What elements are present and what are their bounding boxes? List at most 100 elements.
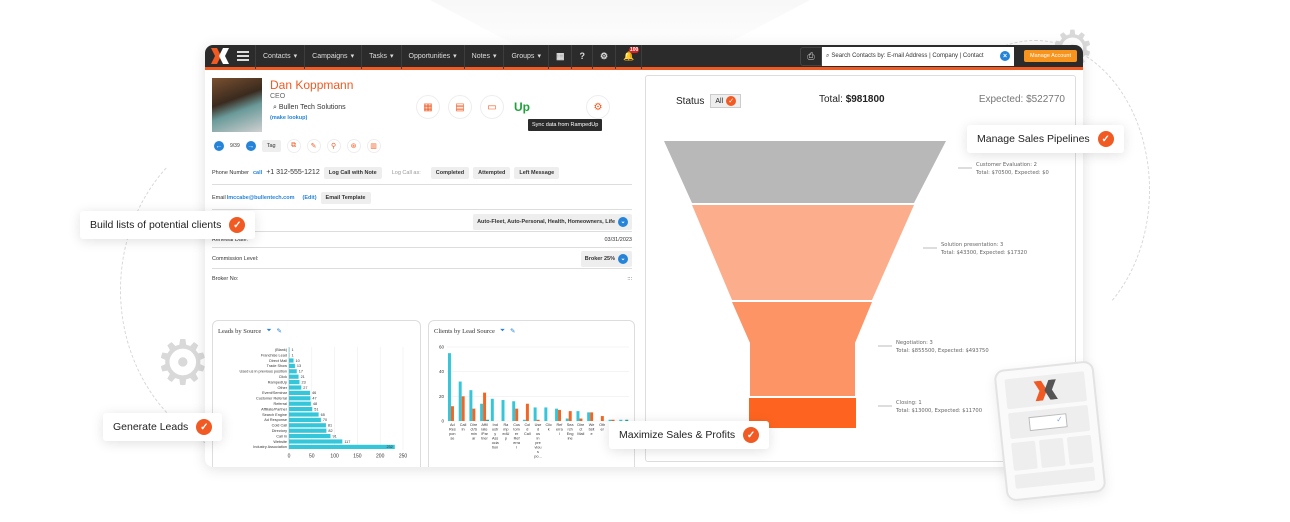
- x-tick-label: 50: [309, 454, 315, 460]
- stage-values: Total: $43300, Expected: $17320: [940, 250, 1027, 256]
- contact-company[interactable]: ⌕ Bullen Tech Solutions: [273, 104, 346, 112]
- contact-search-input[interactable]: ⌕ Search Contacts by: E-mail Address | C…: [822, 46, 1015, 66]
- data-label: 232: [386, 445, 392, 449]
- callout-manage-pipelines: Manage Sales Pipelines ✓: [967, 125, 1124, 153]
- manage-account-button[interactable]: Manage Account: [1024, 50, 1077, 62]
- bar-prospect: [450, 406, 454, 421]
- bar-client: [490, 398, 494, 421]
- placeholder-block: [1038, 437, 1066, 469]
- logo-icon: [1004, 371, 1088, 410]
- broker-value[interactable]: :::: [627, 276, 632, 282]
- delete-icon[interactable]: ▥: [366, 139, 381, 153]
- placeholder-block: [1014, 466, 1096, 489]
- left-message-button[interactable]: Left Message: [514, 166, 560, 179]
- menu-icon[interactable]: [237, 51, 249, 61]
- y-tick-label: Other: [278, 386, 288, 390]
- data-label: 13: [297, 364, 301, 368]
- logo-icon[interactable]: [209, 45, 231, 67]
- nav-notes[interactable]: Notes ▾: [463, 45, 504, 69]
- lines-select[interactable]: Auto-Fleet, Auto-Personal, Health, Homeo…: [473, 213, 632, 230]
- make-lookup-link[interactable]: (make lookup): [270, 115, 307, 121]
- settings-icon[interactable]: ⚙: [586, 95, 610, 119]
- check-icon: ✓: [743, 427, 760, 443]
- funnel-stage: [692, 205, 914, 300]
- copy-icon[interactable]: ⧉: [286, 139, 301, 153]
- data-label: 27: [303, 386, 307, 390]
- location-pin-icon[interactable]: ⚲: [326, 139, 341, 153]
- email-template-button[interactable]: Email Template: [320, 191, 371, 204]
- help-icon[interactable]: ?: [571, 45, 592, 69]
- edit-email-link[interactable]: (Edit): [302, 195, 316, 201]
- x-tick-label: Dire ct/S min ar: [470, 423, 477, 441]
- x-tick-label: Clic k: [546, 423, 552, 432]
- nav-groups[interactable]: Groups ▾: [503, 45, 547, 69]
- callout-maximize-sales: Maximize Sales & Profits ✓: [609, 421, 770, 449]
- y-tick-label: Call In: [276, 434, 287, 438]
- settings-icon[interactable]: ⚙: [591, 45, 615, 69]
- x-tick-label: 200: [376, 454, 385, 460]
- edit-icon[interactable]: ✎: [510, 327, 515, 335]
- share-icon[interactable]: ⊛: [346, 139, 361, 153]
- leads-by-source-card: Leads by Source ⏷ ✎ 0 50 100 150 200 250 (Blank)…: [212, 320, 421, 467]
- renewal-row: Renewal Date: 03/31/2023: [212, 233, 632, 248]
- renewal-value: 03/31/2023: [604, 237, 632, 243]
- filter-icon[interactable]: ⏷: [266, 327, 271, 335]
- y-tick-label: Trade Show: [267, 364, 288, 368]
- commission-select[interactable]: Broker 25% ⌄: [580, 250, 632, 267]
- bar: [289, 434, 331, 439]
- placeholder-block: [1066, 434, 1094, 466]
- email-link[interactable]: lmccabe@bullentech.com: [227, 195, 295, 201]
- nav-contacts[interactable]: Contacts ▾: [255, 45, 304, 69]
- bar: [289, 396, 311, 401]
- log-call-note-button[interactable]: Log Call with Note: [323, 166, 382, 179]
- attempted-button[interactable]: Attempted: [473, 166, 511, 179]
- tag-button[interactable]: Tag: [261, 140, 281, 152]
- clear-search-icon[interactable]: ×: [1000, 51, 1011, 61]
- callout-build-lists: Build lists of potential clients ✓: [80, 211, 256, 239]
- rampedup-sync-icon[interactable]: Up: [510, 95, 534, 119]
- chart-title: Clients by Lead Source: [434, 327, 495, 335]
- x-tick-label: Sea rch Eng ine: [567, 423, 575, 441]
- y-tick-label: Website: [273, 440, 287, 444]
- bar-client: [576, 411, 580, 421]
- y-tick-label: (Blank): [275, 348, 288, 352]
- next-contact-icon[interactable]: →: [245, 141, 256, 151]
- attach-icon[interactable]: ✎: [306, 139, 321, 153]
- calendar-icon[interactable]: ▦: [547, 45, 572, 69]
- bar-client: [458, 381, 462, 421]
- bar-client: [522, 419, 526, 421]
- notification-bell-icon[interactable]: 🔔 100: [615, 45, 641, 69]
- mobile-device-illustration: ✓: [993, 360, 1107, 502]
- bar-prospect: [590, 412, 594, 421]
- filter-icon[interactable]: ⏷: [500, 327, 505, 335]
- completed-button[interactable]: Completed: [430, 166, 470, 179]
- calendar-icon[interactable]: ▦: [416, 95, 440, 119]
- contact-panel: Dan Koppmann CEO ⌕ Bullen Tech Solutions…: [205, 73, 640, 467]
- commission-row: Commission Level: Broker 25% ⌄: [212, 249, 632, 269]
- data-label: 48: [313, 402, 317, 406]
- bar: [289, 380, 300, 385]
- notes-icon[interactable]: ▤: [448, 95, 472, 119]
- nav-campaigns[interactable]: Campaigns ▾: [304, 45, 361, 69]
- x-tick-label: Cus tom er Ref erra l: [513, 423, 521, 450]
- bar: [289, 358, 294, 363]
- edit-icon[interactable]: ✎: [277, 327, 282, 335]
- money-icon[interactable]: ▭: [480, 95, 504, 119]
- y-tick-label: Customer Referral: [256, 397, 287, 401]
- print-icon[interactable]: ⎙: [800, 46, 823, 66]
- nav-opportunities[interactable]: Opportunities ▾: [400, 45, 464, 69]
- data-label: 1: [291, 353, 293, 357]
- data-label: 91: [332, 434, 336, 438]
- bar-prospect: [568, 411, 572, 421]
- nav-tasks[interactable]: Tasks ▾: [361, 45, 400, 69]
- data-label: 70: [323, 418, 327, 422]
- bar: [289, 417, 321, 422]
- email-label: Email: [212, 194, 226, 201]
- y-tick-label: Click: [279, 375, 287, 379]
- x-tick-label: Call In: [460, 423, 467, 432]
- status-select[interactable]: All ✓: [710, 94, 742, 108]
- y-tick-label: Used us in previous position: [240, 370, 288, 374]
- call-link[interactable]: call: [253, 170, 262, 176]
- bar-client: [448, 353, 451, 421]
- prev-contact-icon[interactable]: ←: [214, 141, 224, 151]
